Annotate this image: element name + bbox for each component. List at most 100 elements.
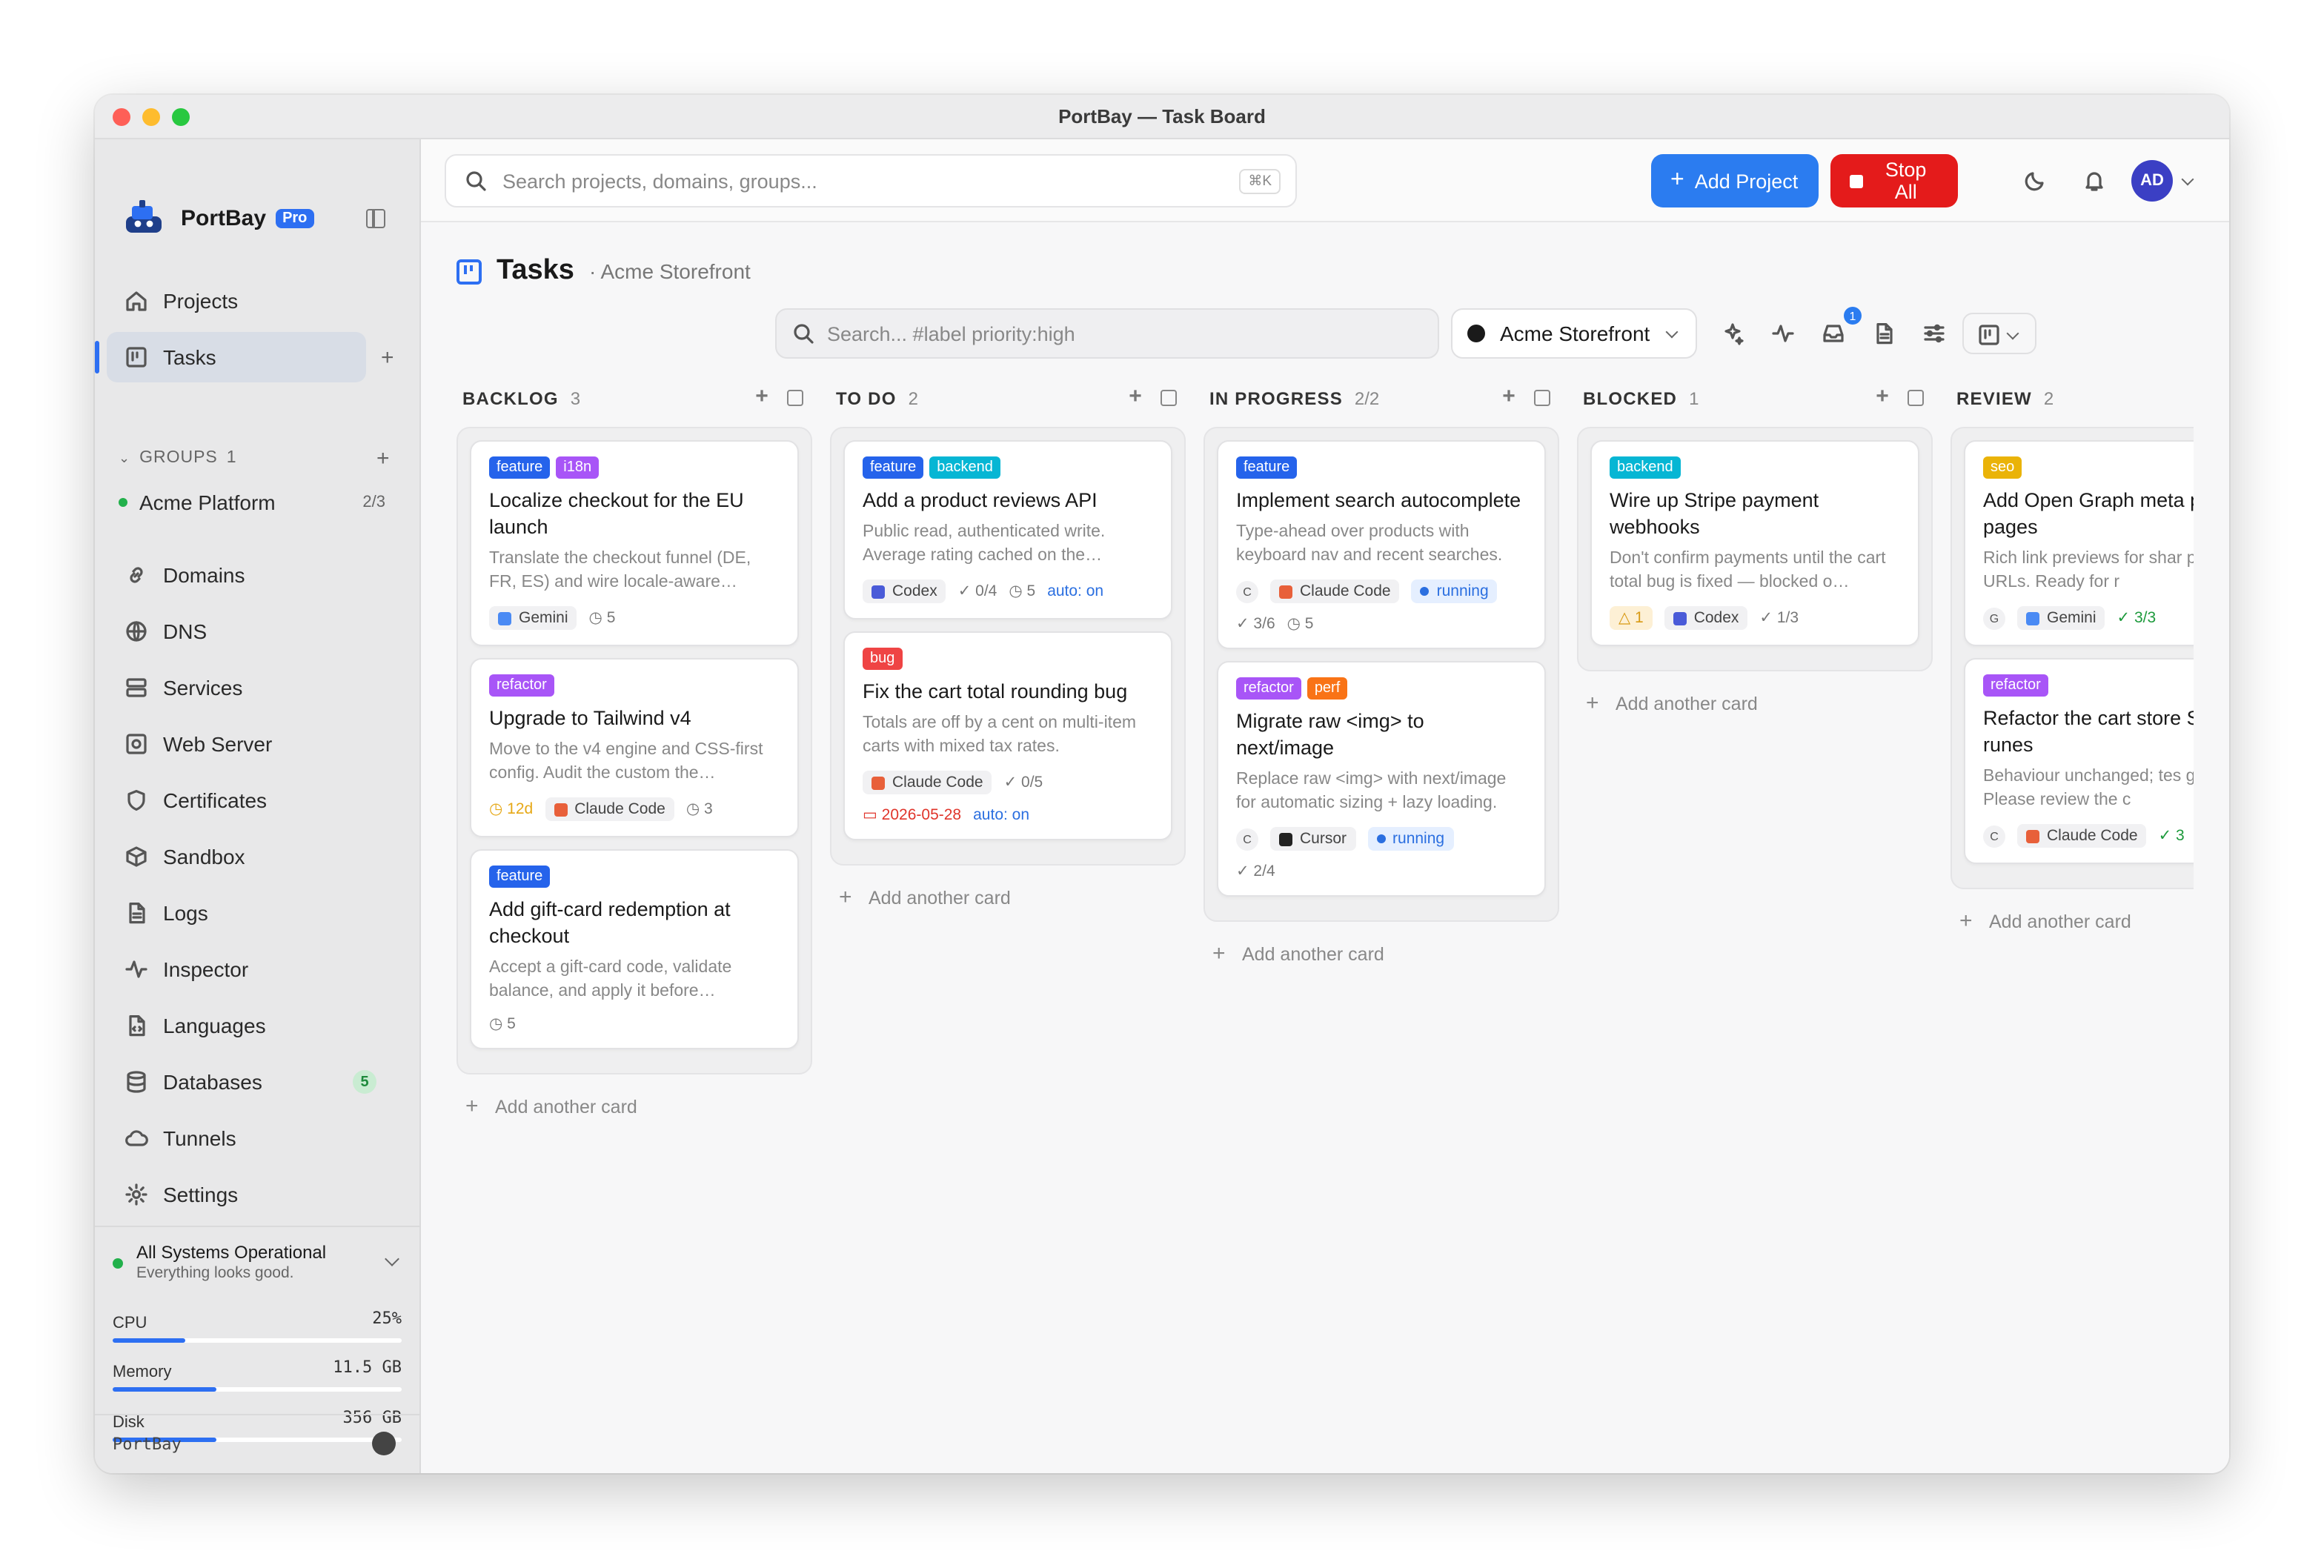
label-tag[interactable]: refactor [489, 674, 554, 697]
sidebar-item-dns[interactable]: DNS [107, 606, 409, 657]
label-tag[interactable]: feature [489, 456, 551, 479]
document-icon[interactable] [1872, 322, 1896, 345]
task-card[interactable]: feature Add gift-card redemption at check… [470, 849, 799, 1049]
sidebar-item-logs[interactable]: Logs [107, 888, 409, 938]
activity-icon[interactable] [1771, 322, 1795, 345]
agent-chip[interactable]: Codex [1664, 606, 1748, 630]
add-card-icon[interactable]: + [1129, 385, 1143, 408]
agent-chip[interactable]: Gemini [489, 606, 577, 630]
task-card[interactable]: refactor Upgrade to Tailwind v4 Move to th… [470, 658, 799, 837]
moon-icon[interactable] [2023, 169, 2047, 193]
project-select[interactable]: Acme Storefront [1451, 308, 1697, 359]
label-tag[interactable]: feature [489, 866, 551, 888]
add-project-button[interactable]: + Add Project [1651, 154, 1819, 207]
agent-chip[interactable]: Claude Code [863, 771, 992, 794]
meta-text: ◷ 5 [588, 609, 616, 627]
task-card[interactable]: seo Add Open Graph meta product pages Rich… [1964, 440, 2194, 646]
sidebar-item-databases[interactable]: Databases 5 [107, 1057, 409, 1107]
add-card-icon[interactable]: + [1876, 385, 1890, 408]
agent-chip[interactable]: running [1411, 579, 1498, 603]
column-header: REVIEW2+ [1950, 382, 2194, 415]
add-card-icon[interactable]: + [755, 385, 769, 408]
card-meta: C Claude Code running [1236, 579, 1527, 603]
task-search-input[interactable] [827, 322, 1405, 345]
view-select[interactable] [1962, 313, 2036, 354]
sidebar-item-projects[interactable]: Projects [107, 276, 409, 326]
collapse-column-icon[interactable] [1161, 389, 1177, 405]
label-tag[interactable]: bug [863, 648, 903, 670]
task-card[interactable]: feature i18n Localize checkout for the EU … [470, 440, 799, 646]
task-search[interactable] [775, 308, 1439, 359]
add-group-icon[interactable]: + [376, 446, 390, 471]
label-tag[interactable]: feature [1236, 456, 1298, 479]
task-card[interactable]: feature Implement search autocomplete Type… [1217, 440, 1546, 649]
sidebar-item-web-server[interactable]: Web Server [107, 719, 409, 769]
label-tag[interactable]: backend [929, 456, 1000, 479]
system-status[interactable]: All Systems Operational Everything looks… [95, 1226, 419, 1297]
assignee-initial: C [1983, 825, 2005, 847]
column-header: BLOCKED 1 + [1577, 382, 1933, 415]
chip-label: running [1436, 582, 1489, 600]
sidebar-item-services[interactable]: Services [107, 662, 409, 713]
task-card[interactable]: feature backend Add a product reviews API P… [843, 440, 1172, 619]
sidebar-item-sandbox[interactable]: Sandbox [107, 831, 409, 882]
agent-chip[interactable]: Gemini [2017, 606, 2105, 630]
add-card-button[interactable]: Add another card [1577, 689, 1758, 719]
label-tag[interactable]: i18n [556, 456, 600, 479]
add-card-button[interactable]: Add another card [1950, 907, 2131, 937]
sidebar-item-tunnels[interactable]: Tunnels [107, 1113, 409, 1163]
pro-badge: Pro [275, 208, 315, 227]
stop-all-button[interactable]: Stop All [1830, 154, 1958, 207]
collapse-sidebar-icon[interactable] [366, 209, 385, 228]
add-card-button[interactable]: Add another card [1204, 940, 1384, 969]
agent-chip[interactable]: Claude Code [2017, 824, 2147, 848]
app-window: PortBay — Task Board PortBay Pro Project… [95, 95, 2229, 1473]
agent-icon [1673, 611, 1687, 625]
agent-chip[interactable]: Claude Code [545, 797, 674, 821]
sidebar-item-languages[interactable]: Languages [107, 1000, 409, 1051]
label-tag[interactable]: refactor [1983, 674, 2048, 697]
add-task-icon[interactable]: + [381, 345, 394, 371]
agent-chip[interactable]: Codex [863, 579, 946, 603]
close-window-button[interactable] [113, 108, 130, 126]
sidebar-item-inspector[interactable]: Inspector [107, 944, 409, 994]
inbox-icon[interactable] [1822, 322, 1845, 345]
add-card-button[interactable]: Add another card [456, 1092, 637, 1122]
label-tag[interactable]: perf [1307, 677, 1348, 700]
groups-header[interactable]: ⌄ GROUPS 1 [119, 449, 400, 467]
agent-chip[interactable]: △ 1 [1610, 606, 1653, 630]
sliders-icon[interactable] [1922, 322, 1946, 345]
task-card[interactable]: refactor perf Migrate raw <img> to next/im… [1217, 661, 1546, 897]
github-icon[interactable] [372, 1432, 396, 1455]
status-subtitle: Everything looks good. [136, 1264, 294, 1282]
collapse-column-icon[interactable] [787, 389, 803, 405]
add-card-button[interactable]: Add another card [830, 883, 1011, 913]
label-tag[interactable]: feature [863, 456, 924, 479]
global-search[interactable]: ⌘K [445, 154, 1297, 207]
sidebar-item-settings[interactable]: Settings [107, 1169, 409, 1220]
add-card-icon[interactable]: + [1502, 385, 1516, 408]
agent-chip[interactable]: Claude Code [1270, 579, 1400, 603]
sidebar-item-tasks[interactable]: Tasks [95, 332, 366, 382]
collapse-column-icon[interactable] [1908, 389, 1924, 405]
sidebar-item-domains[interactable]: Domains [107, 550, 409, 600]
global-search-input[interactable] [502, 170, 1199, 192]
label-tag[interactable]: seo [1983, 456, 2022, 479]
bell-icon[interactable] [2082, 169, 2106, 193]
agent-chip[interactable]: Cursor [1270, 827, 1356, 851]
task-card[interactable]: refactor Refactor the cart store Svelte 5… [1964, 658, 2194, 864]
label-tag[interactable]: backend [1610, 456, 1681, 479]
task-card[interactable]: bug Fix the cart total rounding bug Totals… [843, 631, 1172, 840]
avatar[interactable]: AD [2131, 160, 2173, 202]
agent-chip[interactable]: running [1367, 827, 1454, 851]
minimize-window-button[interactable] [142, 108, 160, 126]
sparkles-icon[interactable] [1721, 322, 1744, 345]
label-tag[interactable]: refactor [1236, 677, 1301, 700]
group-item-acme-platform[interactable]: Acme Platform 2/3 [119, 491, 400, 514]
task-card[interactable]: backend Wire up Stripe payment webhooks Do… [1590, 440, 1919, 646]
add-project-label: Add Project [1694, 170, 1799, 192]
zoom-window-button[interactable] [172, 108, 190, 126]
sidebar-item-certificates[interactable]: Certificates [107, 775, 409, 825]
chevron-down-icon[interactable] [2181, 173, 2194, 186]
collapse-column-icon[interactable] [1534, 389, 1550, 405]
